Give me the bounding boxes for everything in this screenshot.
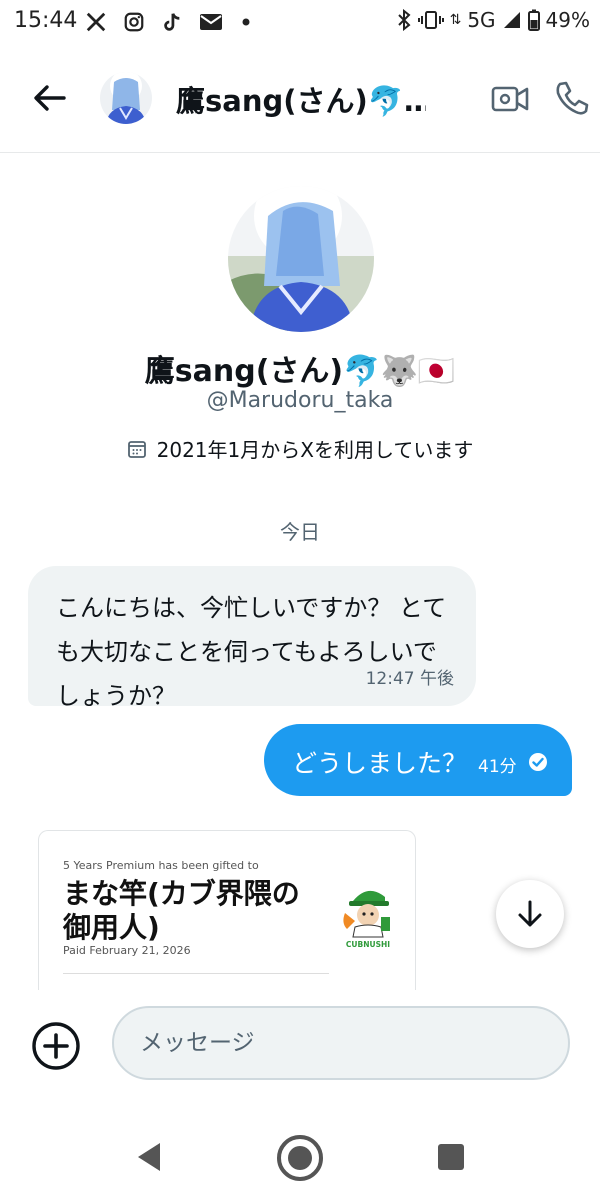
profile-handle[interactable]: @Marudoru_taka [0,388,600,413]
read-check-icon [528,752,548,772]
gift-card-divider [63,973,329,974]
calendar-icon [127,440,146,458]
arrow-down-icon [518,900,542,927]
outgoing-message-time: 41分 [478,757,517,777]
battery-percent: 49% [545,8,590,32]
incoming-message-time: 12:47 午後 [365,669,454,689]
tiktok-icon [160,10,184,34]
cubnushi-logo: CUBNUSHI [341,879,395,951]
bluetooth-icon [397,9,411,31]
gift-card-header: 5 Years Premium has been gifted to [63,859,259,872]
profile-name: 鷹sang(さん)🐬🐺🇯🇵 [144,354,456,389]
signal-icon [503,12,520,28]
scroll-down-button[interactable] [496,880,564,948]
message-composer [0,990,600,1100]
status-indicators: ⇅ 5G 49% [396,8,590,32]
profile-avatar[interactable] [228,186,374,332]
status-time: 15:44 [14,8,78,33]
mail-icon [198,10,224,34]
vibrate-icon [417,11,444,29]
network-label: 5G [467,8,496,32]
joined-text: 2021年1月からXを利用しています [156,438,474,462]
message-input[interactable] [112,1006,570,1080]
notification-dot-icon [240,10,252,34]
instagram-icon [122,10,146,34]
status-bar: 15:44 ⇅ 5G 49% [0,0,600,44]
video-call-icon[interactable] [490,78,530,118]
incoming-message-text: こんにちは、今忙しいですか？ とても大切なことを伺ってもよろしいでしょうか？ [56,594,447,710]
gift-card-paid: Paid February 21, 2026 [63,944,191,957]
nav-home-icon[interactable] [276,1134,324,1182]
header-title[interactable]: 鷹sang(さん)🐬… [176,78,426,120]
battery-icon [527,9,540,31]
outgoing-message-text: どうしました？ [292,749,468,778]
nav-recents-icon[interactable] [438,1144,464,1170]
incoming-message[interactable]: こんにちは、今忙しいですか？ とても大切なことを伺ってもよろしいでしょうか？ 1… [28,566,476,710]
nav-back-icon[interactable] [134,1140,164,1174]
add-media-button[interactable] [30,1020,82,1072]
back-arrow-icon[interactable] [30,78,70,118]
cubnushi-logo-text: CUBNUSHI [346,940,390,949]
gift-card-title: まな竿(カブ界隈の御用人) [63,877,300,944]
date-separator: 今日 [280,520,320,544]
profile-joined: 2021年1月からXを利用しています [0,434,600,463]
plus-circle-icon [32,1022,80,1070]
phone-icon[interactable] [552,78,592,118]
header-avatar[interactable] [100,72,152,124]
data-arrows-icon: ⇅ [449,12,462,28]
system-nav-bar [0,1110,600,1200]
outgoing-message[interactable]: どうしました？ 41分 [264,724,572,796]
gift-card[interactable]: 5 Years Premium has been gifted to まな竿(カ… [38,830,416,991]
x-app-icon [84,10,108,34]
conversation-header: 鷹sang(さん)🐬… [0,44,600,153]
